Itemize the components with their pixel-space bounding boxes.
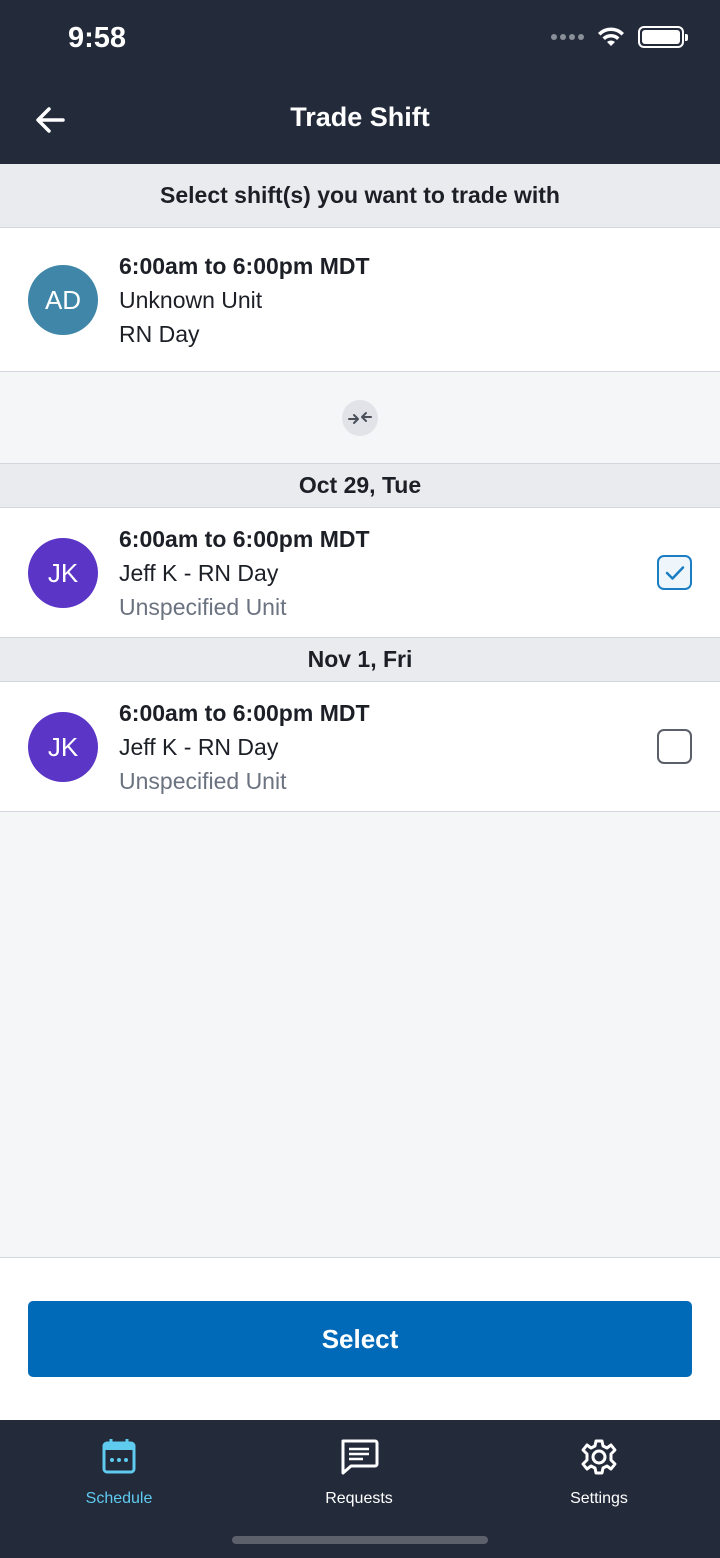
tab-label: Requests xyxy=(325,1490,393,1507)
bottom-tab-bar: Schedule Requests Settings xyxy=(0,1420,720,1558)
status-time: 9:58 xyxy=(68,22,127,54)
avatar-initials: AD xyxy=(44,284,82,315)
shift-checkbox[interactable] xyxy=(657,729,692,764)
trade-shift-item[interactable]: JK 6:00am to 6:00pm MDT Jeff K - RN Day … xyxy=(0,508,720,638)
checkmark-icon xyxy=(665,565,684,580)
wifi-icon xyxy=(598,27,624,46)
swap-divider xyxy=(0,372,720,464)
shift-person-role: Jeff K - RN Day xyxy=(119,734,279,760)
select-button[interactable]: Select xyxy=(28,1301,692,1377)
page-title: Trade Shift xyxy=(290,102,430,132)
shift-unit: Unspecified Unit xyxy=(119,768,287,794)
calendar-icon xyxy=(102,1439,136,1474)
tab-label: Schedule xyxy=(85,1490,153,1507)
shift-person-role: Jeff K - RN Day xyxy=(119,560,279,586)
avatar: AD xyxy=(28,265,98,335)
action-footer: Select xyxy=(0,1257,720,1420)
avatar-initials: JK xyxy=(47,731,79,762)
battery-icon xyxy=(638,26,688,48)
avatar: JK xyxy=(28,538,98,608)
shift-time: 6:00am to 6:00pm MDT xyxy=(119,526,370,552)
avatar: JK xyxy=(28,712,98,782)
app-header: 9:58 Trade Shift xyxy=(0,0,720,164)
gear-icon xyxy=(581,1439,617,1475)
tab-requests[interactable]: Requests xyxy=(279,1438,439,1508)
home-indicator xyxy=(232,1536,488,1544)
cellular-signal-icon xyxy=(551,34,584,40)
status-icons xyxy=(551,26,688,48)
date-header: Nov 1, Fri xyxy=(0,638,720,682)
tab-settings[interactable]: Settings xyxy=(519,1438,679,1508)
shift-unit: Unspecified Unit xyxy=(119,594,287,620)
tab-schedule[interactable]: Schedule xyxy=(39,1438,199,1508)
shift-role: RN Day xyxy=(119,321,200,347)
shift-time: 6:00am to 6:00pm MDT xyxy=(119,253,370,279)
shift-checkbox[interactable] xyxy=(657,555,692,590)
message-icon xyxy=(341,1439,379,1475)
trade-shift-item[interactable]: JK 6:00am to 6:00pm MDT Jeff K - RN Day … xyxy=(0,682,720,812)
tab-label: Settings xyxy=(570,1490,628,1507)
my-shift-card: AD 6:00am to 6:00pm MDT Unknown Unit RN … xyxy=(0,228,720,372)
shift-unit: Unknown Unit xyxy=(119,287,263,313)
swap-icon xyxy=(342,399,378,436)
date-header: Oct 29, Tue xyxy=(0,464,720,508)
instruction-banner: Select shift(s) you want to trade with xyxy=(0,164,720,228)
avatar-initials: JK xyxy=(47,557,79,588)
shift-time: 6:00am to 6:00pm MDT xyxy=(119,700,370,726)
